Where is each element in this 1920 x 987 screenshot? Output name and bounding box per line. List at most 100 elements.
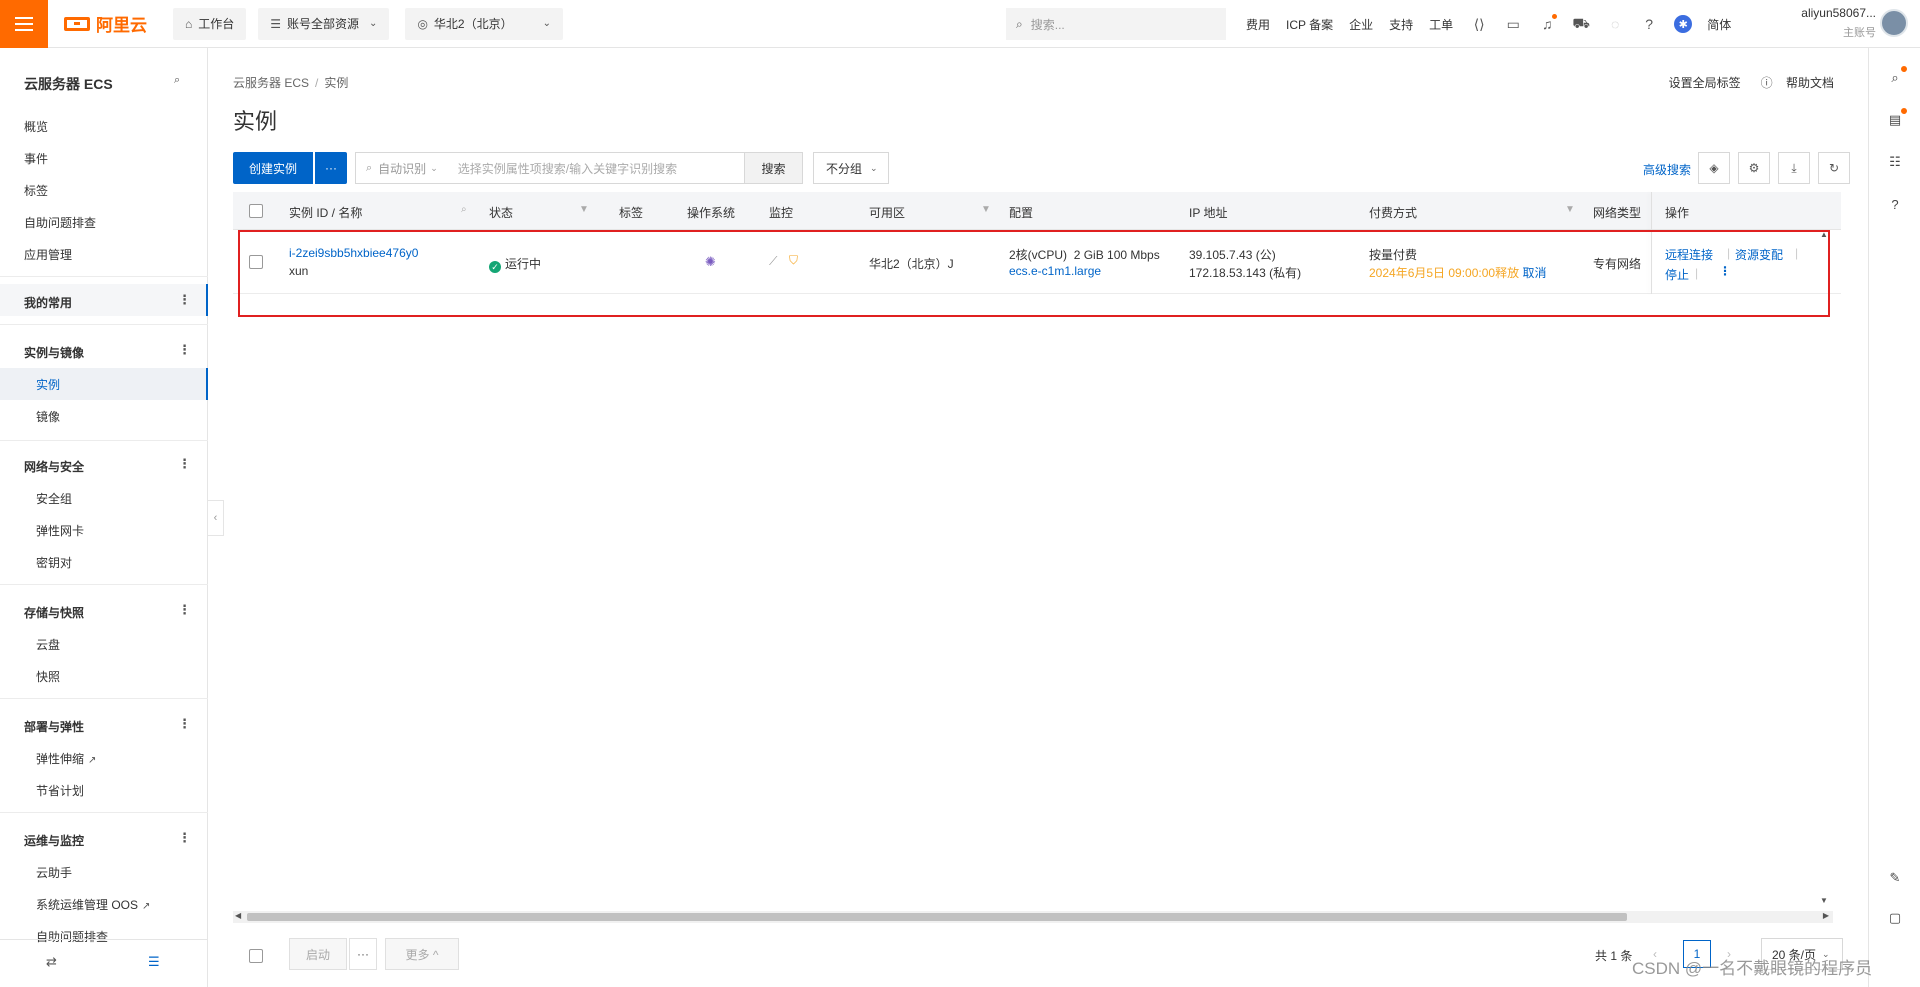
list-view-icon[interactable]: ☰ — [148, 954, 160, 970]
sidebar-search-icon[interactable]: ⌕ — [174, 74, 180, 87]
sidebar-item-cloud-assistant[interactable]: 云助手 — [36, 864, 72, 881]
search-button[interactable]: 搜索 — [745, 152, 803, 184]
filter-icon[interactable]: ▼ — [579, 204, 589, 215]
sidebar-item-disks[interactable]: 云盘 — [36, 636, 60, 653]
more-actions-button[interactable]: 更多 ^ — [385, 938, 459, 970]
language-select[interactable]: 简体 — [1707, 16, 1731, 33]
sidebar-item-apps[interactable]: 应用管理 — [24, 246, 72, 263]
gear-icon[interactable]: ⚙ — [1738, 152, 1770, 184]
footer-select-all-checkbox[interactable] — [249, 949, 263, 963]
more-icon[interactable]: ⋮ — [178, 456, 191, 472]
list-icon: ☰ — [270, 16, 282, 31]
avatar[interactable] — [1880, 9, 1908, 37]
top-link-ticket[interactable]: 工单 — [1429, 16, 1453, 33]
global-search-input[interactable]: ⌕ 搜索... — [1006, 8, 1226, 40]
set-global-tags-link[interactable]: 设置全局标签 — [1669, 74, 1741, 91]
more-icon[interactable]: ⋮ — [178, 342, 191, 358]
language-globe-icon[interactable]: ✱ — [1673, 14, 1693, 34]
filter-icon[interactable]: ▼ — [1565, 204, 1575, 215]
aliyun-logo[interactable]: 阿里云 — [64, 11, 147, 36]
start-button[interactable]: 启动 — [289, 938, 347, 970]
sidebar-item-troubleshoot[interactable]: 自助问题排查 — [24, 214, 96, 231]
lightbulb-icon[interactable]: ◌ — [1605, 14, 1625, 34]
sidebar-item-overview[interactable]: 概览 — [24, 118, 48, 135]
resource-scope-select[interactable]: ☰ 账号全部资源 ⌄ — [258, 7, 390, 40]
user-account-menu[interactable]: aliyun58067... 主账号 — [1790, 6, 1876, 40]
sidebar-group-deploy[interactable]: 部署与弹性 — [24, 718, 84, 735]
search-icon: ⌕ — [366, 161, 373, 174]
col-actions: 操作 — [1665, 206, 1690, 220]
more-icon[interactable]: ⋮ — [178, 292, 191, 308]
top-link-icp[interactable]: ICP 备案 — [1286, 16, 1333, 33]
chevron-down-icon: ⌄ — [870, 162, 878, 173]
sidebar-divider — [0, 440, 208, 441]
select-all-checkbox[interactable] — [249, 204, 263, 218]
group-select[interactable]: 不分组 ⌄ — [813, 152, 889, 184]
top-link-billing[interactable]: 费用 — [1246, 16, 1270, 33]
hamburger-icon — [15, 16, 33, 31]
more-icon[interactable]: ⋮ — [178, 716, 191, 732]
sidebar-item-tags[interactable]: 标签 — [24, 182, 48, 199]
checklist-icon[interactable]: ☷ — [1885, 152, 1905, 172]
bell-icon[interactable]: ♫ — [1537, 14, 1558, 34]
swap-icon[interactable]: ⇄ — [46, 954, 57, 970]
sidebar-item-savings-plan[interactable]: 节省计划 — [36, 782, 84, 799]
sidebar-divider — [0, 324, 208, 325]
sidebar-item-images[interactable]: 镜像 — [36, 408, 60, 425]
main-menu-button[interactable] — [0, 0, 48, 48]
cart-icon[interactable]: ⛟ — [1571, 14, 1591, 34]
sidebar-item-snapshots[interactable]: 快照 — [36, 668, 60, 685]
download-icon[interactable]: ⤓ — [1778, 152, 1810, 184]
scroll-right-arrow-icon[interactable]: ▶ — [1823, 911, 1829, 920]
create-more-button[interactable]: ··· — [315, 152, 347, 184]
scroll-left-arrow-icon[interactable]: ◀ — [235, 911, 241, 920]
search-icon[interactable]: ⌕ — [461, 204, 467, 215]
col-monitor: 监控 — [769, 206, 794, 220]
help-icon[interactable]: ? — [1885, 194, 1905, 214]
terminal-icon[interactable]: ▭ — [1503, 14, 1523, 34]
workbench-button[interactable]: ⌂ 工作台 — [173, 7, 247, 40]
layers-icon[interactable]: ◈ — [1698, 152, 1730, 184]
pager-total: 共 1 条 — [1595, 949, 1633, 963]
help-icon[interactable]: ? — [1639, 14, 1659, 34]
sidebar-item-security-group[interactable]: 安全组 — [36, 490, 72, 507]
sidebar-divider — [0, 698, 208, 699]
refresh-icon[interactable]: ↻ — [1818, 152, 1850, 184]
auto-detect-select[interactable]: 自动识别 — [378, 160, 426, 177]
sidebar-group-instances[interactable]: 实例与镜像 — [24, 344, 84, 361]
chat-icon[interactable]: ▢ — [1885, 908, 1905, 928]
help-docs-link[interactable]: ⓘ 帮助文档 — [1751, 74, 1834, 91]
breadcrumb-ecs[interactable]: 云服务器 ECS — [233, 76, 309, 90]
sidebar-item-events[interactable]: 事件 — [24, 150, 48, 167]
api-icon[interactable]: ⟨⟩ — [1469, 14, 1489, 34]
edit-icon[interactable]: ✎ — [1885, 868, 1905, 888]
sidebar-item-keypair[interactable]: 密钥对 — [36, 554, 72, 571]
sidebar-item-oos[interactable]: 系统运维管理 OOS ↗ — [36, 896, 150, 913]
create-instance-button[interactable]: 创建实例 — [233, 152, 313, 184]
footer-more-button[interactable]: ··· — [349, 938, 377, 970]
sidebar-group-ops[interactable]: 运维与监控 — [24, 832, 84, 849]
sidebar-item-eni[interactable]: 弹性网卡 — [36, 522, 84, 539]
instance-search-input[interactable]: ⌕ 自动识别 ⌄ 选择实例属性项搜索/输入关键字识别搜索 — [355, 152, 745, 184]
sidebar-group-network[interactable]: 网络与安全 — [24, 458, 84, 475]
region-select[interactable]: ◎ 华北2（北京） ⌄ — [405, 7, 563, 40]
top-link-enterprise[interactable]: 企业 — [1349, 16, 1373, 33]
book-icon[interactable]: ▤ — [1885, 108, 1907, 130]
sidebar-item-instances[interactable] — [0, 368, 208, 400]
scroll-up-arrow-icon[interactable]: ▲ — [1820, 230, 1828, 239]
horizontal-scrollbar[interactable]: ◀ ▶ — [233, 911, 1833, 923]
sidebar-item-autoscaling[interactable]: 弹性伸缩 ↗ — [36, 750, 96, 767]
top-right-links: 费用 ICP 备案 企业 支持 工单 ⟨⟩ ▭ ♫ ⛟ ◌ ? ✱ 简体 — [1246, 0, 1747, 48]
scrollbar-thumb[interactable] — [247, 913, 1627, 921]
scroll-down-arrow-icon[interactable]: ▼ — [1820, 896, 1828, 905]
more-icon[interactable]: ⋮ — [178, 830, 191, 846]
top-link-support[interactable]: 支持 — [1389, 16, 1413, 33]
notification-dot — [1901, 108, 1907, 114]
advanced-search-link[interactable]: 高级搜索 — [1643, 161, 1691, 178]
user-role: 主账号 — [1843, 27, 1876, 39]
more-icon[interactable]: ⋮ — [178, 602, 191, 618]
filter-icon[interactable]: ▼ — [981, 204, 991, 215]
sidebar-group-storage[interactable]: 存储与快照 — [24, 604, 84, 621]
chevron-down-icon: ⌄ — [542, 18, 551, 29]
search-icon[interactable]: ⌕ — [1885, 66, 1907, 88]
